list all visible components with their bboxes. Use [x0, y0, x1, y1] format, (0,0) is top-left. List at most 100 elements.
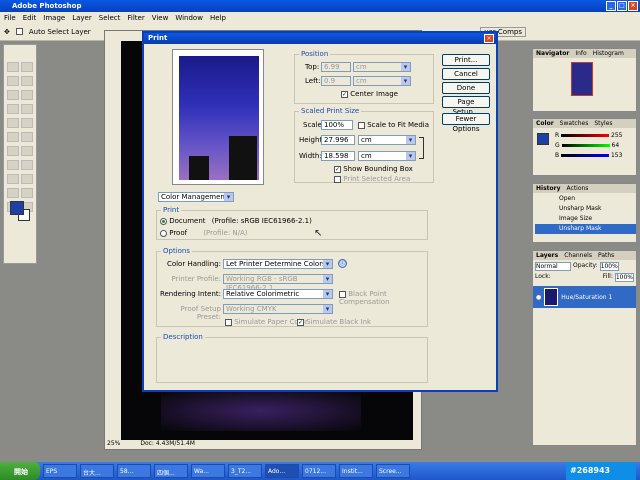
menu-view[interactable]: View [152, 14, 169, 23]
slice-tool-icon[interactable] [21, 90, 33, 100]
history-item[interactable]: Open [559, 194, 636, 204]
eye-icon[interactable]: ● [536, 294, 541, 301]
gradient-tool-icon[interactable] [21, 132, 33, 142]
taskbar-item[interactable]: 台大... [80, 464, 114, 478]
menu-help[interactable]: Help [210, 14, 226, 23]
left-input[interactable]: 0.9 [321, 76, 351, 86]
maximize-icon[interactable]: □ [617, 1, 627, 11]
close-icon[interactable]: × [628, 1, 638, 11]
print-button[interactable]: Print... [442, 54, 490, 66]
menu-filter[interactable]: Filter [127, 14, 144, 23]
opacity-input[interactable]: 100% [599, 262, 619, 271]
taskbar-item[interactable]: EPS [43, 464, 77, 478]
auto-select-checkbox[interactable] [15, 28, 23, 35]
simulate-ink-checkbox[interactable] [297, 318, 304, 326]
foreground-color-swatch[interactable] [10, 201, 24, 215]
menu-window[interactable]: Window [175, 14, 203, 23]
pen-tool-icon[interactable] [7, 174, 19, 184]
taskbar-item-active[interactable]: Ado... [265, 464, 299, 478]
info-icon[interactable]: ⓘ [338, 259, 347, 268]
width-input[interactable]: 18.598 [321, 151, 355, 161]
navigator-thumbnail[interactable] [571, 62, 593, 96]
menu-layer[interactable]: Layer [72, 14, 92, 23]
bounding-box-checkbox[interactable] [334, 165, 341, 173]
menu-select[interactable]: Select [99, 14, 121, 23]
black-point-checkbox[interactable] [339, 290, 346, 298]
fewer-options-button[interactable]: Fewer Options [442, 113, 490, 133]
top-input[interactable]: 6.99 [321, 62, 351, 72]
minimize-icon[interactable]: _ [606, 1, 616, 11]
type-tool-icon[interactable] [21, 160, 33, 170]
lasso-tool-icon[interactable] [7, 76, 19, 86]
taskbar-item[interactable]: 3_T2... [228, 464, 262, 478]
height-unit-select[interactable]: cm [358, 135, 416, 145]
crop-tool-icon[interactable] [7, 90, 19, 100]
menu-edit[interactable]: Edit [23, 14, 37, 23]
center-image-checkbox[interactable] [341, 90, 348, 98]
zoom-level[interactable]: 25% [107, 440, 120, 449]
layer-name[interactable]: Hue/Saturation 1 [561, 294, 612, 301]
move-tool-icon[interactable]: ✥ [4, 28, 10, 36]
scale-input[interactable]: 100% [321, 120, 353, 130]
shape-tool-icon[interactable] [21, 174, 33, 184]
tab-info[interactable]: Info [575, 50, 586, 57]
tab-histogram[interactable]: Histogram [593, 50, 624, 57]
history-item-selected[interactable]: Unsharp Mask [535, 224, 636, 234]
document-radio[interactable] [160, 217, 167, 225]
taskbar-item[interactable]: 四個... [154, 464, 188, 478]
magic-wand-tool-icon[interactable] [21, 76, 33, 86]
taskbar-item[interactable]: Wa... [191, 464, 225, 478]
mode-select[interactable]: Color Management [158, 192, 234, 202]
color-handling-select[interactable]: Let Printer Determine Colors [223, 259, 333, 269]
cancel-button[interactable]: Cancel [442, 68, 490, 80]
eyedropper-tool-icon[interactable] [21, 188, 33, 198]
proof-radio[interactable] [160, 229, 167, 237]
tab-paths[interactable]: Paths [598, 252, 614, 259]
tab-navigator[interactable]: Navigator [536, 50, 569, 57]
marquee-tool-icon[interactable] [7, 62, 19, 72]
move-tool-icon[interactable] [21, 62, 33, 72]
dialog-close-icon[interactable]: × [484, 34, 494, 43]
eraser-tool-icon[interactable] [7, 132, 19, 142]
fill-input[interactable]: 100% [614, 273, 634, 282]
color-fg-swatch[interactable] [537, 133, 549, 145]
tab-channels[interactable]: Channels [564, 252, 592, 259]
width-unit-select[interactable]: cm [358, 151, 416, 161]
selected-area-checkbox[interactable] [334, 175, 341, 183]
dodge-tool-icon[interactable] [21, 146, 33, 156]
tab-layers[interactable]: Layers [536, 252, 558, 259]
tab-actions[interactable]: Actions [567, 185, 589, 192]
taskbar-item[interactable]: Scree... [376, 464, 410, 478]
blend-mode-select[interactable]: Normal [535, 262, 571, 271]
left-unit-select[interactable]: cm [353, 76, 411, 86]
history-item[interactable]: Unsharp Mask [559, 204, 636, 214]
brush-tool-icon[interactable] [21, 104, 33, 114]
page-setup-button[interactable]: Page Setup... [442, 96, 490, 116]
printer-profile-select[interactable]: Working RGB - sRGB IEC61966-2.1 [223, 274, 333, 292]
path-select-icon[interactable] [7, 160, 19, 170]
channel-b-value[interactable]: 153 [611, 152, 622, 159]
tab-color[interactable]: Color [536, 120, 554, 127]
taskbar-item[interactable]: 58... [117, 464, 151, 478]
layer-row-selected[interactable]: ● Hue/Saturation 1 [533, 286, 636, 308]
top-unit-select[interactable]: cm [353, 62, 411, 72]
tab-swatches[interactable]: Swatches [560, 120, 589, 127]
tab-history[interactable]: History [536, 185, 561, 192]
notes-tool-icon[interactable] [7, 188, 19, 198]
taskbar-item[interactable]: 0712... [302, 464, 336, 478]
history-brush-icon[interactable] [21, 118, 33, 128]
rendering-intent-select[interactable]: Relative Colorimetric [223, 289, 333, 299]
simulate-paper-checkbox[interactable] [225, 318, 232, 326]
menu-image[interactable]: Image [43, 14, 65, 23]
start-button[interactable]: 開始 [0, 462, 40, 480]
history-item[interactable]: Image Size [559, 214, 636, 224]
done-button[interactable]: Done [442, 82, 490, 94]
channel-g-value[interactable]: 64 [612, 142, 620, 149]
taskbar-item[interactable]: Instit... [339, 464, 373, 478]
blur-tool-icon[interactable] [7, 146, 19, 156]
tab-styles[interactable]: Styles [594, 120, 612, 127]
proof-setup-select[interactable]: Working CMYK [223, 304, 333, 314]
menu-file[interactable]: File [4, 14, 16, 23]
stamp-tool-icon[interactable] [7, 118, 19, 128]
channel-r-value[interactable]: 255 [611, 132, 622, 139]
